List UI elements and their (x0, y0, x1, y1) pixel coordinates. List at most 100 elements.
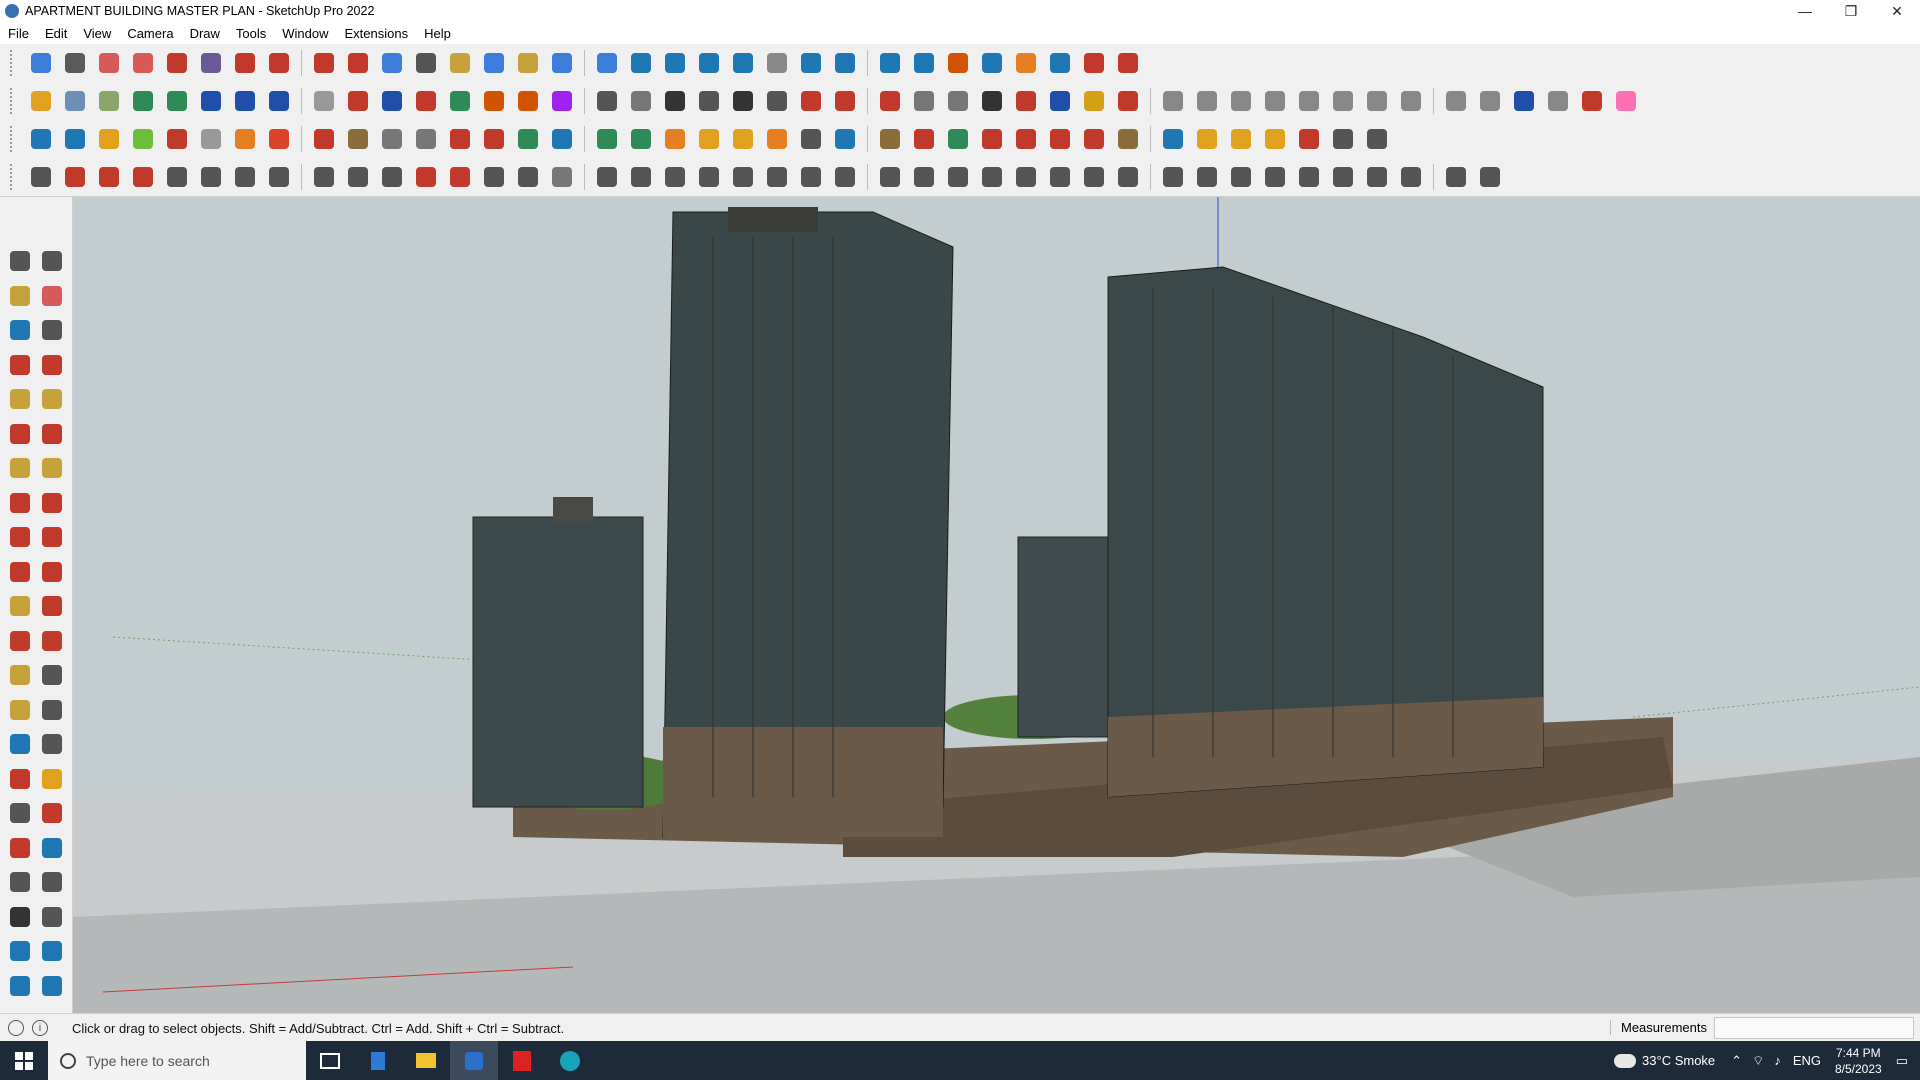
large-tool-button[interactable] (6, 834, 34, 862)
restore-button[interactable]: ❐ (1828, 0, 1874, 22)
toolbar-button[interactable] (943, 162, 973, 192)
toolbar-button[interactable] (230, 86, 260, 116)
toolbar-button[interactable] (479, 48, 509, 78)
large-tool-button[interactable] (38, 316, 66, 344)
menu-view[interactable]: View (75, 26, 119, 41)
toolbar-button[interactable] (1113, 124, 1143, 154)
large-tool-button[interactable] (38, 834, 66, 862)
toolbar-button[interactable] (943, 48, 973, 78)
toolbar-button[interactable] (411, 86, 441, 116)
toolbar-button[interactable] (343, 48, 373, 78)
toolbar-button[interactable] (309, 124, 339, 154)
large-tool-button[interactable] (38, 523, 66, 551)
toolbar-button[interactable] (1192, 86, 1222, 116)
toolbar-button[interactable] (1079, 124, 1109, 154)
large-tool-button[interactable] (6, 730, 34, 758)
toolbar-button[interactable] (1509, 86, 1539, 116)
large-tool-button[interactable] (38, 558, 66, 586)
toolbar-button[interactable] (445, 162, 475, 192)
toolbar-button[interactable] (1543, 86, 1573, 116)
toolbar-button[interactable] (1158, 162, 1188, 192)
toolbar-button[interactable] (1362, 162, 1392, 192)
volume-icon[interactable]: ♪ (1774, 1053, 1781, 1068)
toolbar-button[interactable] (196, 124, 226, 154)
toolbar-button[interactable] (60, 86, 90, 116)
large-tool-button[interactable] (38, 627, 66, 655)
toolbar-button[interactable] (60, 124, 90, 154)
large-tool-button[interactable] (6, 627, 34, 655)
toolbar-button[interactable] (1045, 124, 1075, 154)
menu-camera[interactable]: Camera (119, 26, 181, 41)
toolbar-button[interactable] (162, 124, 192, 154)
toolbar-button[interactable] (977, 124, 1007, 154)
acrobat-icon[interactable] (498, 1041, 546, 1080)
toolbar-button[interactable] (660, 86, 690, 116)
large-tool-button[interactable] (6, 316, 34, 344)
credits-icon[interactable] (8, 1020, 24, 1036)
toolbar-button[interactable] (1226, 124, 1256, 154)
large-tool-button[interactable] (38, 972, 66, 1000)
toolbar-button[interactable] (762, 86, 792, 116)
large-tool-button[interactable] (6, 282, 34, 310)
toolbar-grip[interactable] (10, 88, 18, 114)
large-tool-button[interactable] (6, 696, 34, 724)
toolbar-button[interactable] (626, 124, 656, 154)
task-view-icon[interactable] (306, 1041, 354, 1080)
large-tool-button[interactable] (38, 937, 66, 965)
toolbar-button[interactable] (309, 48, 339, 78)
toolbar-button[interactable] (660, 124, 690, 154)
calculator-icon[interactable] (354, 1041, 402, 1080)
toolbar-button[interactable] (626, 162, 656, 192)
toolbar-button[interactable] (343, 124, 373, 154)
large-tool-button[interactable] (6, 661, 34, 689)
large-tool-button[interactable] (38, 696, 66, 724)
toolbar-button[interactable] (1226, 162, 1256, 192)
taskbar-search[interactable]: Type here to search (48, 1041, 306, 1080)
toolbar-button[interactable] (377, 162, 407, 192)
large-tool-button[interactable] (6, 937, 34, 965)
menu-draw[interactable]: Draw (182, 26, 228, 41)
toolbar-button[interactable] (694, 124, 724, 154)
toolbar-button[interactable] (1011, 124, 1041, 154)
toolbar-button[interactable] (26, 48, 56, 78)
toolbar-button[interactable] (94, 86, 124, 116)
large-tool-button[interactable] (6, 247, 34, 275)
toolbar-button[interactable] (513, 162, 543, 192)
toolbar-button[interactable] (626, 48, 656, 78)
toolbar-button[interactable] (264, 86, 294, 116)
toolbar-button[interactable] (264, 48, 294, 78)
toolbar-button[interactable] (411, 48, 441, 78)
toolbar-button[interactable] (1260, 124, 1290, 154)
model-viewport[interactable] (73, 197, 1920, 1013)
toolbar-button[interactable] (977, 162, 1007, 192)
toolbar-button[interactable] (1079, 162, 1109, 192)
toolbar-button[interactable] (1079, 86, 1109, 116)
toolbar-button[interactable] (796, 48, 826, 78)
toolbar-button[interactable] (875, 86, 905, 116)
large-tool-button[interactable] (6, 351, 34, 379)
toolbar-button[interactable] (1294, 124, 1324, 154)
toolbar-button[interactable] (94, 162, 124, 192)
large-tool-button[interactable] (6, 523, 34, 551)
large-tool-button[interactable] (38, 489, 66, 517)
large-tool-button[interactable] (6, 489, 34, 517)
toolbar-button[interactable] (796, 86, 826, 116)
toolbar-button[interactable] (547, 86, 577, 116)
toolbar-button[interactable] (694, 48, 724, 78)
toolbar-button[interactable] (1294, 162, 1324, 192)
large-tool-button[interactable] (38, 385, 66, 413)
toolbar-button[interactable] (1113, 86, 1143, 116)
toolbar-button[interactable] (592, 124, 622, 154)
toolbar-button[interactable] (513, 124, 543, 154)
toolbar-button[interactable] (264, 162, 294, 192)
toolbar-button[interactable] (762, 124, 792, 154)
toolbar-button[interactable] (796, 162, 826, 192)
toolbar-button[interactable] (796, 124, 826, 154)
toolbar-button[interactable] (1113, 48, 1143, 78)
toolbar-button[interactable] (1328, 86, 1358, 116)
toolbar-button[interactable] (909, 124, 939, 154)
toolbar-button[interactable] (128, 86, 158, 116)
toolbar-button[interactable] (445, 48, 475, 78)
large-tool-button[interactable] (6, 799, 34, 827)
large-tool-button[interactable] (38, 247, 66, 275)
